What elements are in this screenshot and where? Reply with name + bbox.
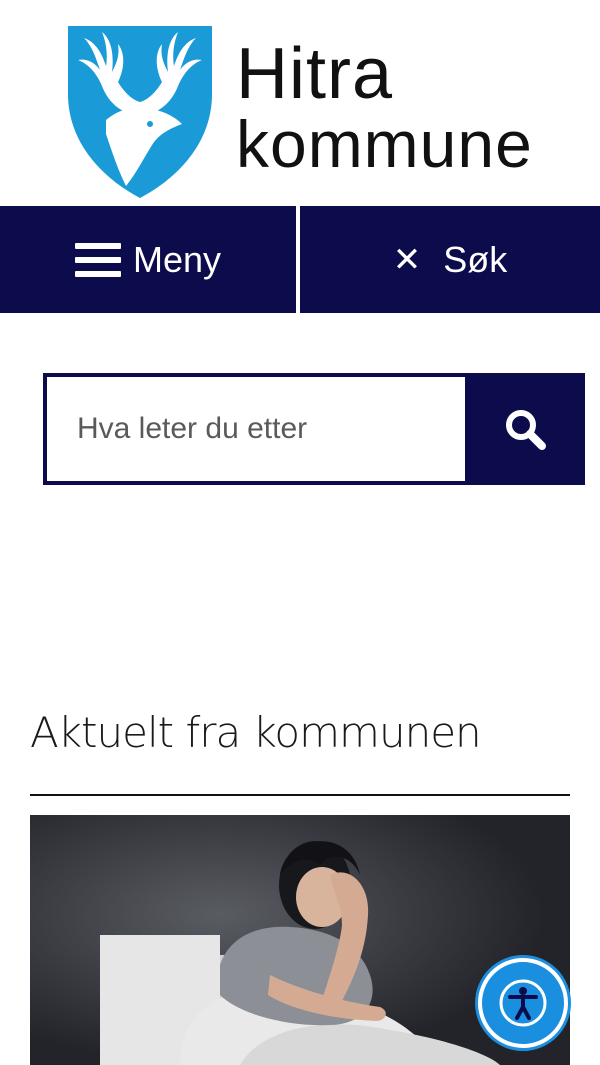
search-submit-button[interactable] bbox=[465, 373, 585, 485]
menu-button[interactable]: Meny bbox=[0, 206, 296, 313]
hamburger-icon bbox=[74, 242, 121, 278]
search-input[interactable] bbox=[43, 373, 465, 485]
search-form bbox=[43, 373, 585, 485]
main-navbar: Meny ✕ Søk bbox=[0, 206, 600, 313]
accessibility-icon bbox=[499, 979, 547, 1027]
logo-line-2: kommune bbox=[236, 107, 533, 181]
accessibility-button[interactable] bbox=[478, 958, 568, 1048]
search-toggle-label: Søk bbox=[443, 238, 508, 280]
close-icon: ✕ bbox=[392, 240, 422, 279]
site-header: Hitra kommune bbox=[0, 0, 600, 205]
logo-line-1: Hitra bbox=[236, 34, 394, 114]
coat-of-arms-logo bbox=[68, 26, 212, 198]
section-divider bbox=[30, 794, 570, 796]
logo-wordmark: Hitra kommune bbox=[236, 38, 533, 178]
section-title: Aktuelt fra kommunen bbox=[30, 708, 482, 757]
search-icon bbox=[506, 410, 546, 450]
search-toggle-button[interactable]: ✕ Søk bbox=[300, 206, 600, 313]
menu-button-label: Meny bbox=[132, 238, 222, 280]
